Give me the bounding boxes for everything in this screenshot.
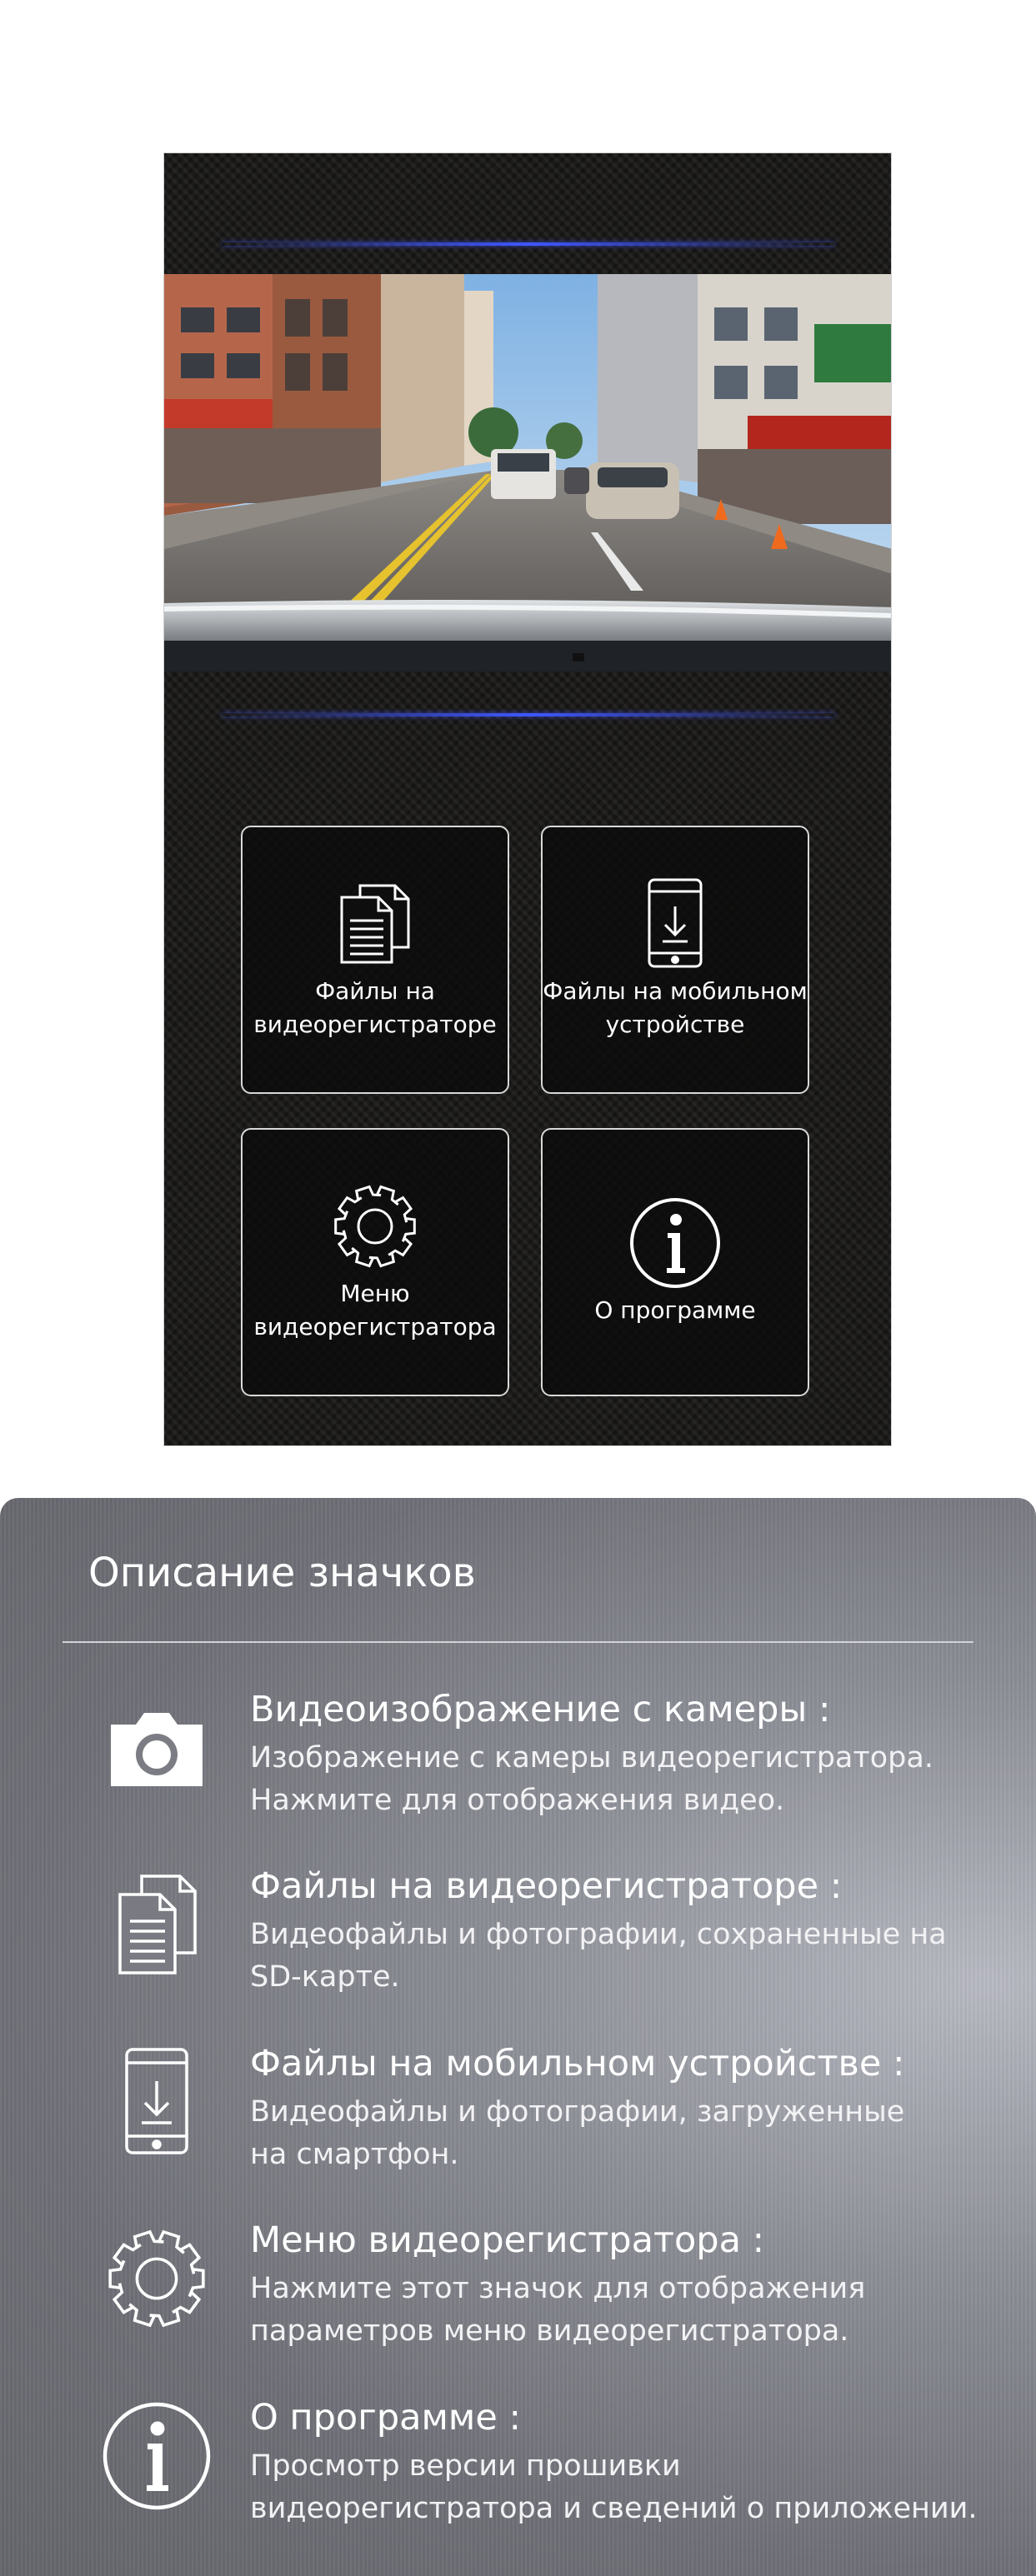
legend-item-title: Файлы на мобильном устройстве : — [250, 2043, 905, 2084]
camera-icon — [90, 1685, 223, 1810]
app-screen: Файлы на видеорегистраторе Файлы на моби… — [163, 152, 892, 1446]
legend-item-desc: Нажмите этот значок для отображения пара… — [250, 2272, 866, 2348]
camera-feed[interactable] — [164, 274, 891, 671]
legend-item-title: Видеоизображение с камеры : — [250, 1689, 831, 1730]
tile-label: Файлы на мобильном устройстве — [543, 977, 808, 1038]
camera-files-tile[interactable]: Файлы на видеорегистраторе — [241, 826, 509, 1094]
tile-label: О программе — [594, 1296, 756, 1324]
phone-download-icon — [90, 2039, 223, 2164]
documents-icon — [90, 1862, 223, 1987]
dashcam-menu-tile[interactable]: Меню видеорегистратора — [241, 1128, 509, 1396]
info-icon — [90, 2394, 223, 2519]
legend-item-title: Файлы на видеорегистраторе : — [250, 1865, 843, 1907]
phone-download-icon — [646, 878, 704, 970]
bottom-accent-line — [223, 713, 834, 716]
icon-legend-panel: Описание значков Видеоизображение с каме… — [0, 1498, 1036, 2576]
legend-item-desc: Просмотр версии прошивки видеорегистрато… — [250, 2449, 978, 2525]
legend-item-title: Меню видеорегистратора : — [250, 2219, 765, 2261]
legend-item-mobile-files: Файлы на мобильном устройстве : Видеофай… — [0, 2039, 1036, 2206]
legend-item-dashcam-menu: Меню видеорегистратора : Нажмите этот зн… — [0, 2216, 1036, 2383]
legend-item-desc: Изображение с камеры видеорегистратора. … — [250, 1741, 933, 1817]
mobile-files-tile[interactable]: Файлы на мобильном устройстве — [541, 826, 809, 1094]
gear-icon — [330, 1181, 420, 1272]
legend-item-about: О программе : Просмотр версии прошивки в… — [0, 2394, 1036, 2560]
legend-title: Описание значков — [88, 1550, 476, 1596]
tile-label: Меню видеорегистратора — [253, 1280, 497, 1340]
legend-item-title: О программе : — [250, 2397, 521, 2439]
documents-icon — [335, 878, 415, 970]
legend-divider — [63, 1641, 973, 1643]
legend-item-desc: Видеофайлы и фотографии, загруженные на … — [250, 2095, 905, 2171]
legend-item-camera: Видеоизображение с камеры : Изображение … — [0, 1685, 1036, 1852]
top-accent-line — [223, 242, 834, 246]
tile-label: Файлы на видеорегистраторе — [253, 977, 497, 1038]
about-tile[interactable]: О программе — [541, 1128, 809, 1396]
gear-icon — [90, 2216, 223, 2341]
legend-item-camera-files: Файлы на видеорегистраторе : Видеофайлы … — [0, 1862, 1036, 2029]
legend-item-desc: Видеофайлы и фотографии, сохраненные на … — [250, 1918, 947, 1994]
info-icon — [628, 1197, 722, 1289]
